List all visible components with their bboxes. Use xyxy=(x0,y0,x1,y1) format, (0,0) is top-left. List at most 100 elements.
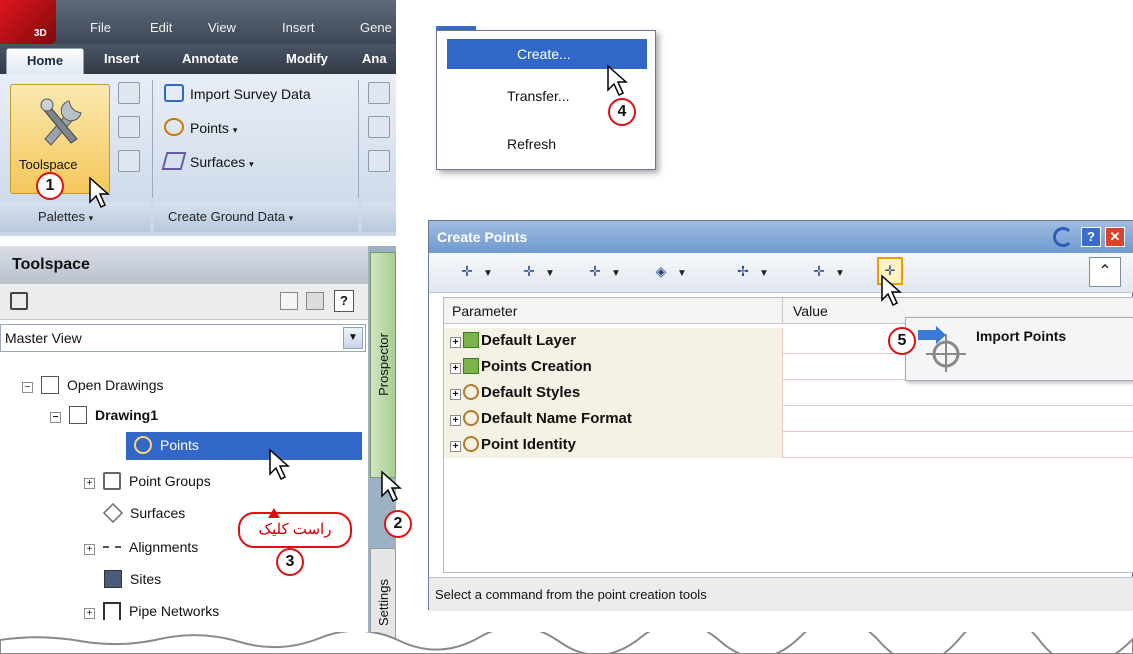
expand-icon[interactable]: + xyxy=(450,363,461,374)
intersection-points-tool[interactable]: ✛ ▼ xyxy=(517,259,573,287)
search-icon[interactable] xyxy=(10,292,28,310)
chevron-down-icon[interactable]: ▼ xyxy=(343,327,363,349)
tree-points[interactable]: Points xyxy=(126,432,362,460)
slope-points-tool[interactable]: ✛ ▼ xyxy=(807,259,863,287)
pipe-networks-icon xyxy=(103,602,121,620)
drawing-icon xyxy=(41,376,59,394)
tab-insert[interactable]: Insert xyxy=(104,51,139,66)
chevron-down-icon: ▼ xyxy=(835,268,845,279)
expand-icon[interactable]: + xyxy=(84,478,95,489)
point-tool-icon: ✛ xyxy=(813,263,825,279)
grid-row[interactable]: + Default Styles xyxy=(444,380,1133,406)
menu-general[interactable]: Gene xyxy=(360,20,392,35)
expand-icon[interactable]: + xyxy=(450,389,461,400)
chevron-up-icon: ⌃ xyxy=(1098,263,1112,280)
grid-row-label: Default Styles xyxy=(481,384,581,401)
tab-analyze[interactable]: Ana xyxy=(362,51,387,66)
tree-alignments-label: Alignments xyxy=(129,539,199,555)
tree-surfaces[interactable]: Surfaces xyxy=(102,500,185,526)
column-header-parameter[interactable]: Parameter xyxy=(444,298,782,324)
import-survey-icon xyxy=(164,84,184,102)
app-logo[interactable]: 3D xyxy=(0,0,56,44)
collapse-icon[interactable]: − xyxy=(50,412,61,423)
chevron-down-icon: ▾ xyxy=(249,159,254,169)
miscellaneous-points-tool[interactable]: ✛ ▼ xyxy=(455,259,511,287)
expand-icon[interactable]: + xyxy=(450,337,461,348)
chevron-down-icon: ▼ xyxy=(677,268,687,279)
expand-icon[interactable]: + xyxy=(450,441,461,452)
panel-palettes-label: Palettes xyxy=(38,209,85,224)
points-icon xyxy=(134,436,152,454)
point-tool-icon: ✢ xyxy=(737,263,749,279)
collapse-icon[interactable]: − xyxy=(22,382,33,393)
chevron-down-icon: ▼ xyxy=(545,268,555,279)
tab-prospector[interactable]: Prospector xyxy=(370,252,396,478)
side-tabs: Prospector Settings xyxy=(368,246,396,654)
grid-row[interactable]: + Default Name Format xyxy=(444,406,1133,432)
tree-sites-label: Sites xyxy=(130,571,162,587)
surface-points-tool[interactable]: ◈ ▼ xyxy=(649,259,705,287)
tab-annotate[interactable]: Annotate xyxy=(182,51,238,66)
grid-row[interactable]: + Point Identity xyxy=(444,432,1133,458)
cursor-icon xyxy=(269,448,290,481)
feature-line-icon[interactable] xyxy=(368,82,390,104)
menu-file[interactable]: File xyxy=(90,20,111,35)
toolspace-panel: Toolspace ? Master View ▼ − Open Drawings… xyxy=(0,246,396,654)
menu-view[interactable]: View xyxy=(208,20,236,35)
properties-icon[interactable] xyxy=(118,116,140,138)
tree-point-groups[interactable]: + Point Groups xyxy=(84,468,211,494)
panel-separator xyxy=(152,80,153,198)
status-bar: Select a command from the point creation… xyxy=(429,577,1133,611)
surfaces-icon xyxy=(161,152,187,170)
tree-pipe-networks-label: Pipe Networks xyxy=(129,603,220,619)
cursor-icon xyxy=(881,274,902,307)
import-survey-data-button[interactable]: Import Survey Data xyxy=(164,84,311,102)
alignment-icon[interactable] xyxy=(368,116,390,138)
surfaces-label: Surfaces xyxy=(190,154,246,170)
grid-row-label: Point Identity xyxy=(481,436,576,453)
help-icon[interactable]: ? xyxy=(1081,227,1101,247)
view-select[interactable]: Master View ▼ xyxy=(0,324,366,352)
menu-edit[interactable]: Edit xyxy=(150,20,172,35)
view-select-value: Master View xyxy=(5,330,82,346)
chevron-down-icon: ▼ xyxy=(759,268,769,279)
tab-modify[interactable]: Modify xyxy=(286,51,328,66)
tree-drawing1[interactable]: − Drawing1 xyxy=(50,402,158,428)
expand-button[interactable]: ⌃ xyxy=(1089,257,1121,287)
expand-icon[interactable]: + xyxy=(84,608,95,619)
panel-create-ground-data[interactable]: Create Ground Data ▾ xyxy=(154,202,358,232)
tab-home[interactable]: Home xyxy=(6,48,84,74)
ribbon-body: Toolspace Import Survey Data Points ▾ Su… xyxy=(0,74,396,236)
step-badge-1: 1 xyxy=(36,172,64,200)
interpolate-points-tool[interactable]: ✢ ▼ xyxy=(731,259,787,287)
expand-icon[interactable]: + xyxy=(450,415,461,426)
refresh-icon[interactable] xyxy=(1053,227,1073,247)
panel-palettes[interactable]: Palettes ▾ xyxy=(0,202,150,232)
tree-pipe-networks[interactable]: + Pipe Networks xyxy=(84,598,219,624)
help-icon[interactable]: ? xyxy=(334,290,354,312)
checklist-icon xyxy=(463,358,479,374)
points-button[interactable]: Points ▾ xyxy=(164,118,237,136)
parcel-icon[interactable] xyxy=(368,150,390,172)
layer-icon xyxy=(463,332,479,348)
survey-icon[interactable] xyxy=(118,82,140,104)
chevron-down-icon: ▼ xyxy=(611,268,621,279)
alignment-points-tool[interactable]: ✛ ▼ xyxy=(583,259,639,287)
menu-item-refresh[interactable]: Refresh xyxy=(447,129,647,159)
ribbon-tab-bar: Home Insert Annotate Modify Ana xyxy=(0,44,396,74)
tree-open-drawings[interactable]: − Open Drawings xyxy=(22,372,164,398)
menu-insert[interactable]: Insert xyxy=(282,20,315,35)
chevron-down-icon: ▼ xyxy=(483,268,493,279)
surfaces-button[interactable]: Surfaces ▾ xyxy=(161,152,254,170)
toggle-icon[interactable] xyxy=(280,292,298,310)
cursor-icon xyxy=(381,470,402,503)
tree-alignments[interactable]: + Alignments xyxy=(84,534,198,560)
close-icon[interactable]: ✕ xyxy=(1105,227,1125,247)
panel-icon[interactable] xyxy=(306,292,324,310)
import-survey-label: Import Survey Data xyxy=(190,86,311,102)
tree-sites[interactable]: Sites xyxy=(104,566,161,592)
panel-icon[interactable] xyxy=(118,150,140,172)
step-badge-5: 5 xyxy=(888,327,916,355)
expand-icon[interactable]: + xyxy=(84,544,95,555)
step-badge-3: 3 xyxy=(276,548,304,576)
